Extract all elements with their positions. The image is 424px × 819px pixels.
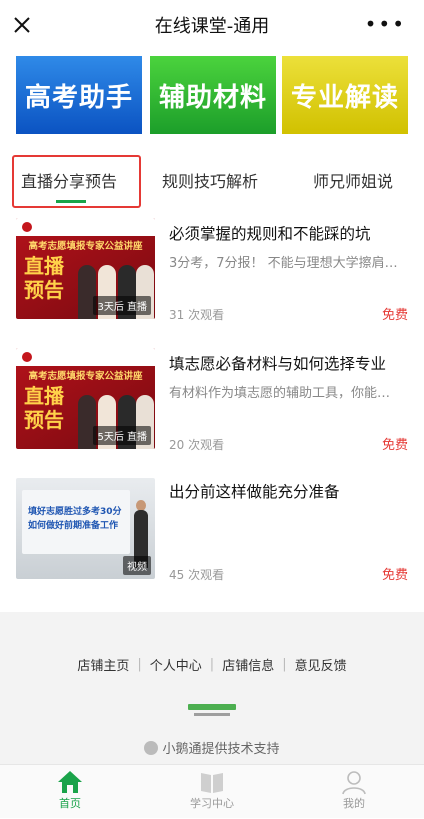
banner-gaokao-helper[interactable]: 高考助手 — [16, 56, 142, 134]
tabbar-label: 学习中心 — [190, 797, 234, 810]
tabbar-label: 首页 — [59, 797, 81, 810]
tabbar-mine[interactable]: 我的 — [304, 765, 404, 819]
live-countdown-badge: 3天后 直播 — [93, 296, 151, 315]
book-icon — [201, 773, 223, 793]
close-icon[interactable] — [8, 11, 36, 39]
footer-link-store-home[interactable]: 店铺主页 — [77, 655, 129, 674]
banner-major-interpretation[interactable]: 专业解读 — [282, 56, 408, 134]
thumbnail-line: 如何做好前期准备工作 — [28, 521, 119, 531]
view-count: 31 次观看 — [169, 308, 225, 322]
course-title[interactable]: 必须掌握的规则和不能踩的坑 — [169, 222, 371, 244]
tabbar-label: 我的 — [343, 797, 365, 810]
view-count: 20 次观看 — [169, 438, 225, 452]
view-count: 45 次观看 — [169, 568, 225, 582]
bottom-tab-bar: 首页 学习中心 我的 — [0, 764, 424, 818]
footer-links: 店铺主页 | 个人中心 | 店铺信息 | 意见反馈 — [77, 655, 347, 674]
course-title[interactable]: 出分前这样做能充分准备 — [169, 480, 340, 502]
banner-materials[interactable]: 辅助材料 — [150, 56, 276, 134]
tech-support-note: 小鹅通提供技术支持 — [0, 738, 424, 757]
live-countdown-badge: 5天后 直播 — [93, 426, 151, 445]
course-description: 有材料作为填志愿的辅助工具，你能… — [169, 386, 391, 401]
thumbnail-big-text: 直播预告 — [24, 254, 64, 302]
tab-seniors-talk[interactable]: 师兄师姐说 — [313, 168, 393, 192]
page-title: 在线课堂-通用 — [154, 16, 270, 37]
category-tabs: 直播分享预告 规则技巧解析 师兄师姐说 — [0, 140, 424, 210]
xiaoetong-icon — [144, 741, 159, 755]
thumbnail-header: 高考志愿填报专家公益讲座 — [28, 371, 143, 382]
thumbnail-line: 填好志愿胜过多考30分 — [28, 507, 122, 517]
tabbar-learning-center[interactable]: 学习中心 — [162, 765, 262, 819]
top-bar: 在线课堂-通用 ••• — [0, 0, 424, 50]
price-label: 免费 — [381, 568, 408, 583]
brand-logo-icon — [22, 352, 32, 362]
course-description: 3分考，7分报！ 不能与理想大学擦肩… — [169, 256, 398, 271]
video-badge: 视频 — [123, 556, 151, 575]
course-thumbnail: 高考志愿填报专家公益讲座 直播预告 5天后 直播 — [16, 348, 155, 449]
tab-rules-tips[interactable]: 规则技巧解析 — [162, 168, 258, 192]
price-label: 免费 — [381, 308, 408, 323]
course-title[interactable]: 填志愿必备材料与如何选择专业 — [169, 352, 386, 374]
price-label: 免费 — [381, 438, 408, 453]
course-thumbnail: 高考志愿填报专家公益讲座 直播预告 3天后 直播 — [16, 218, 155, 319]
more-icon[interactable]: ••• — [365, 14, 406, 34]
list-item[interactable]: 高考志愿填报专家公益讲座 直播预告 5天后 直播 填志愿必备材料与如何选择专业 … — [0, 348, 424, 478]
thumbnail-header: 高考志愿填报专家公益讲座 — [28, 241, 143, 252]
list-item[interactable]: 填好志愿胜过多考30分 如何做好前期准备工作 视频 出分前这样做能充分准备 45… — [0, 478, 424, 608]
store-logo — [188, 704, 236, 720]
list-item[interactable]: 高考志愿填报专家公益讲座 直播预告 3天后 直播 必须掌握的规则和不能踩的坑 3… — [0, 218, 424, 348]
footer-link-store-info[interactable]: 店铺信息 — [222, 655, 274, 674]
thumbnail-big-text: 直播预告 — [24, 384, 64, 432]
banner-row: 高考助手 辅助材料 专业解读 — [0, 50, 424, 140]
tab-active-indicator — [56, 200, 86, 203]
brand-logo-icon — [22, 222, 32, 232]
footer-link-personal-center[interactable]: 个人中心 — [150, 655, 202, 674]
course-thumbnail: 填好志愿胜过多考30分 如何做好前期准备工作 视频 — [16, 478, 155, 579]
home-icon — [58, 771, 82, 793]
footer-link-feedback[interactable]: 意见反馈 — [295, 655, 347, 674]
user-icon — [342, 771, 366, 795]
tab-live-preview[interactable]: 直播分享预告 — [21, 168, 117, 192]
tabbar-home[interactable]: 首页 — [20, 765, 120, 819]
